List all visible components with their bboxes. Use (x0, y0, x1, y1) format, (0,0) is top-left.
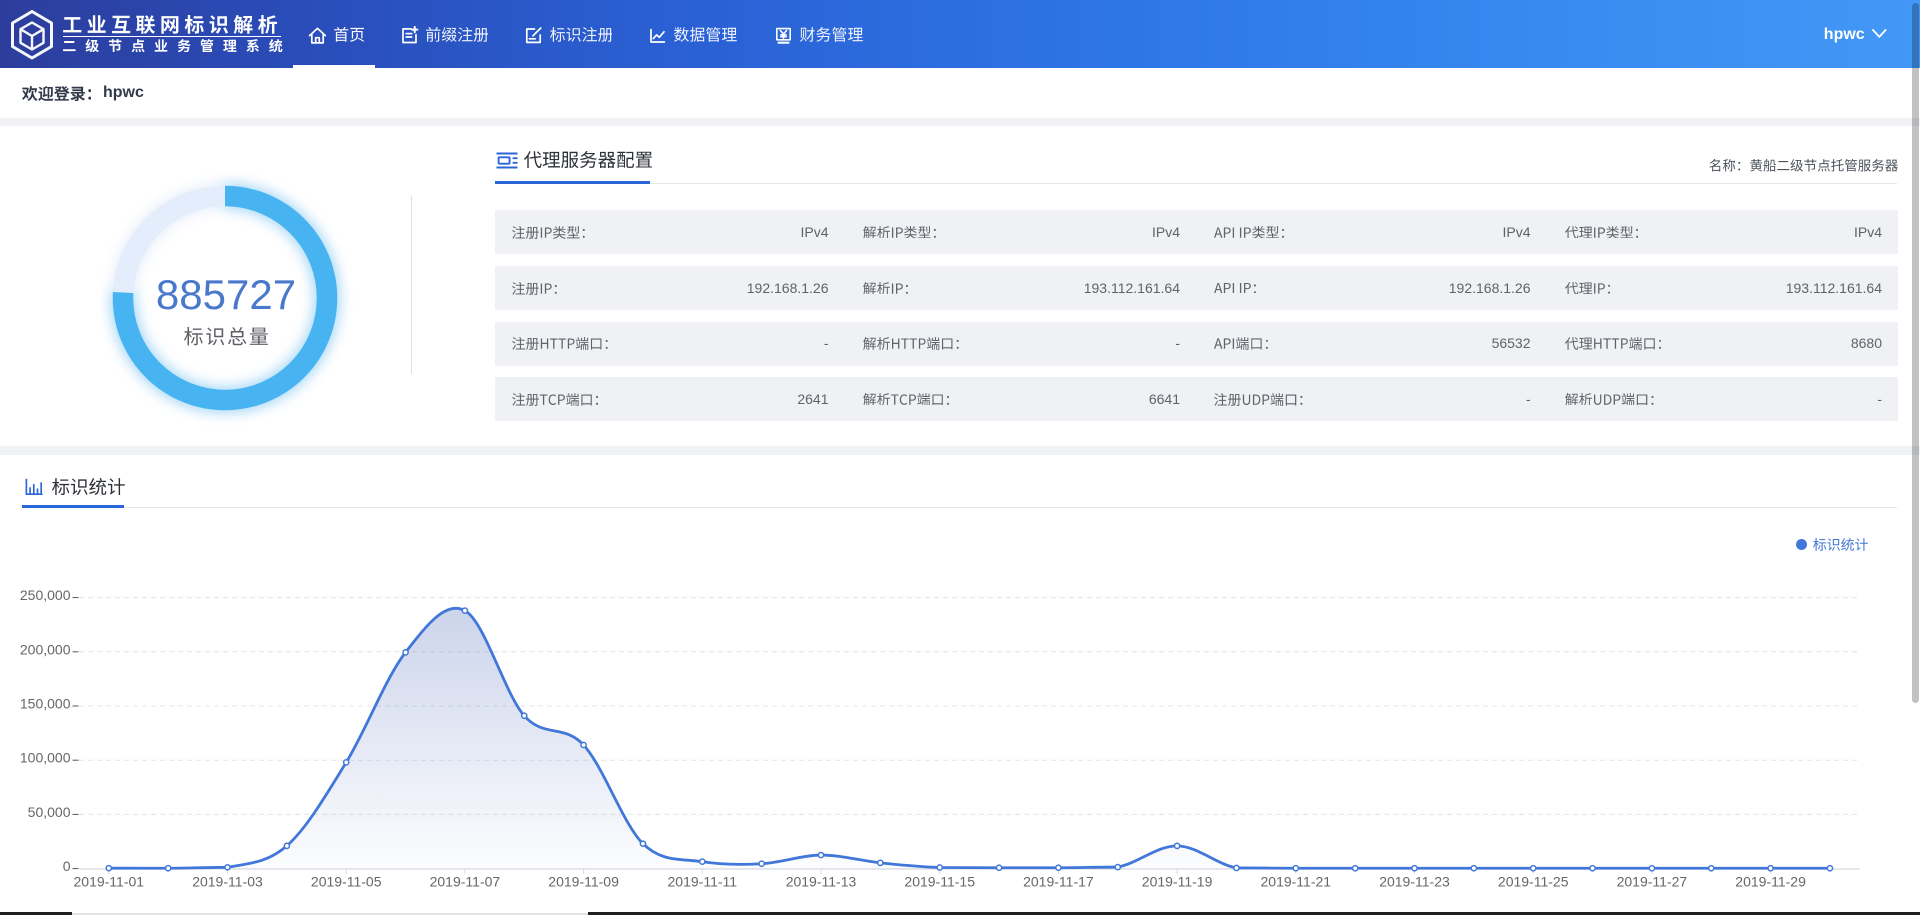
svg-text:0: 0 (63, 858, 71, 874)
svg-text:2019-11-09: 2019-11-09 (548, 874, 619, 890)
svg-text:150,000: 150,000 (20, 696, 71, 712)
svg-text:2019-11-27: 2019-11-27 (1617, 874, 1688, 890)
svg-text:2019-11-07: 2019-11-07 (430, 874, 501, 890)
svg-text:2019-11-19: 2019-11-19 (1142, 874, 1213, 890)
svg-text:50,000: 50,000 (28, 804, 71, 820)
svg-text:2019-11-23: 2019-11-23 (1379, 874, 1450, 890)
svg-text:2019-11-13: 2019-11-13 (786, 874, 857, 890)
svg-text:100,000: 100,000 (20, 750, 71, 766)
svg-text:200,000: 200,000 (20, 641, 71, 657)
svg-text:2019-11-15: 2019-11-15 (904, 874, 975, 890)
svg-text:2019-11-29: 2019-11-29 (1735, 874, 1806, 890)
svg-text:2019-11-05: 2019-11-05 (311, 874, 382, 890)
svg-text:2019-11-25: 2019-11-25 (1498, 874, 1569, 890)
svg-text:2019-11-11: 2019-11-11 (668, 874, 738, 890)
svg-text:2019-11-21: 2019-11-21 (1261, 874, 1332, 890)
svg-text:2019-11-01: 2019-11-01 (74, 874, 145, 890)
svg-text:250,000: 250,000 (20, 587, 71, 603)
svg-text:2019-11-03: 2019-11-03 (192, 874, 263, 890)
svg-text:2019-11-17: 2019-11-17 (1023, 874, 1094, 890)
